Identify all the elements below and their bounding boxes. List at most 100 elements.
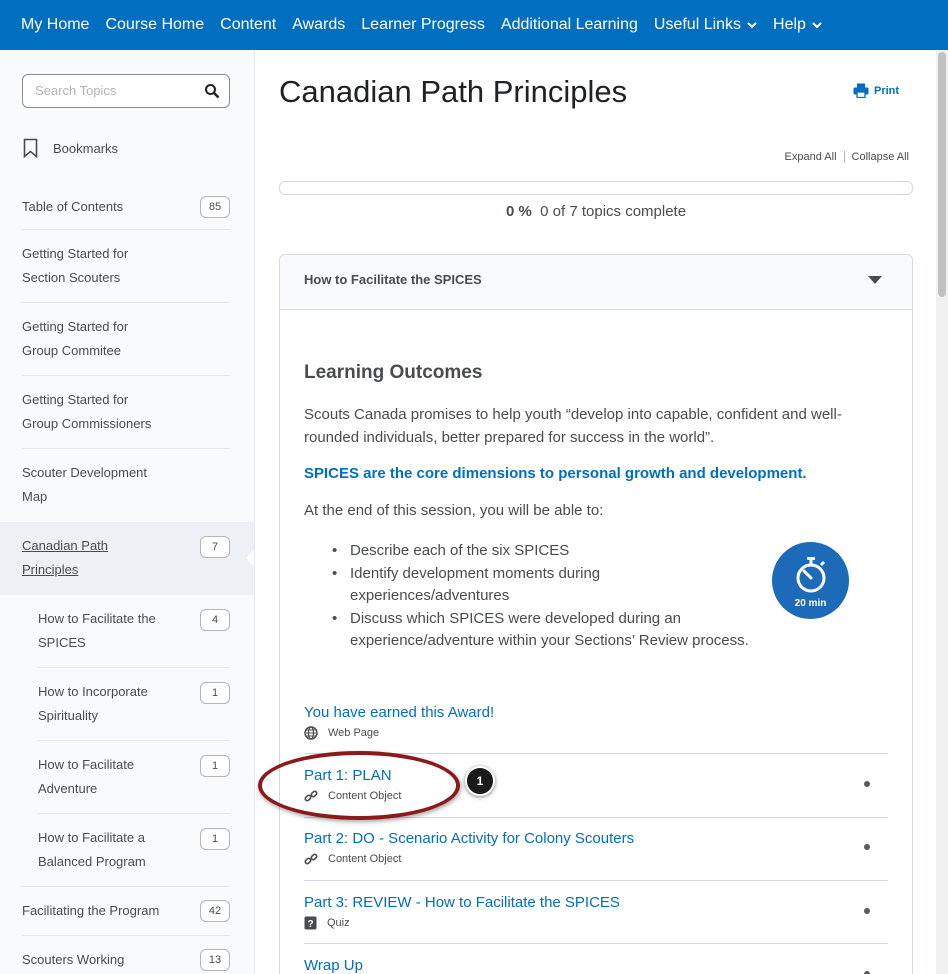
progress-percent: 0 %: [505, 203, 532, 220]
toc-item-label: Canadian Path Principles: [22, 538, 109, 577]
nav-course-home[interactable]: Course Home: [105, 16, 204, 34]
outcomes-list: Describe each of the six SPICES Identify…: [330, 540, 770, 653]
bookmarks-link[interactable]: Bookmarks: [22, 138, 118, 158]
list-item: Identify development moments during expe…: [330, 563, 640, 608]
module-title: How to Facilitate the SPICES: [304, 272, 482, 287]
toc-count-badge: 1: [200, 755, 230, 777]
toc-item-scouters-working[interactable]: Scouters Working 13: [0, 936, 254, 974]
topic-title-link[interactable]: Part 3: REVIEW - How to Facilitate the S…: [304, 894, 888, 911]
list-item: Describe each of the six SPICES: [330, 540, 770, 563]
toc-count-badge: 7: [200, 536, 230, 558]
status-dot: [864, 908, 870, 914]
topic-type-label: Web Page: [328, 727, 380, 739]
topic-type: ? Quiz: [304, 916, 888, 930]
printer-icon: [853, 83, 869, 98]
separator: [843, 151, 845, 163]
toc-item-table-of-contents[interactable]: Table of Contents 85: [0, 180, 254, 230]
toc-count-badge: 85: [200, 196, 230, 218]
status-dot: [864, 781, 870, 787]
toc-item-label: Getting Started for Group Commitee: [22, 319, 129, 358]
toc-count-badge: 13: [200, 949, 230, 971]
expand-collapse-links: Expand All Collapse All: [785, 151, 909, 163]
sidebar: Search Topics Bookmarks Table of Content…: [0, 50, 255, 974]
topic-type-label: Content Object: [328, 853, 402, 865]
toc-item-scouter-development-map[interactable]: Scouter Development Map: [0, 449, 254, 522]
intro-paragraph: Scouts Canada promises to help youth “de…: [304, 406, 842, 446]
chevron-down-icon: [747, 22, 757, 29]
topic-row[interactable]: Wrap Up: [304, 957, 888, 974]
toc-item-canadian-path-principles[interactable]: Canadian Path Principles 7: [0, 522, 254, 595]
toc-item-incorporate-spirituality[interactable]: How to Incorporate Spirituality 1: [0, 668, 254, 741]
nav-help-label: Help: [773, 16, 806, 33]
nav-learner-progress[interactable]: Learner Progress: [361, 16, 485, 34]
toc-item-getting-started-group-commitee[interactable]: Getting Started for Group Commitee: [0, 303, 254, 376]
toc-count-badge: 1: [200, 828, 230, 850]
toc-item-facilitate-spices[interactable]: How to Facilitate the SPICES 4: [0, 595, 254, 668]
toc-item-facilitate-adventure[interactable]: How to Facilitate Adventure 1: [0, 741, 254, 814]
highlight-ellipse: [258, 751, 460, 820]
search-input[interactable]: Search Topics: [22, 74, 230, 108]
progress-status: 0 % 0 of 7 topics complete: [279, 203, 913, 220]
topic-title-link[interactable]: Wrap Up: [304, 957, 888, 974]
divider: [304, 880, 888, 881]
expand-all-link[interactable]: Expand All: [785, 151, 837, 163]
link-icon: [304, 853, 318, 865]
toc-item-label: Getting Started for Section Scouters: [22, 246, 129, 285]
toc-count-badge: 1: [200, 682, 230, 704]
toc-item-label: Scouter Development Map: [22, 465, 148, 504]
toc-item-getting-started-group-commissioners[interactable]: Getting Started for Group Commissioners: [0, 376, 254, 449]
stopwatch-icon: [796, 557, 826, 593]
quiz-icon: ?: [304, 916, 317, 930]
toc-item-label: Getting Started for Group Commissioners: [22, 392, 152, 431]
toc-item-facilitating-program[interactable]: Facilitating the Program 42: [0, 887, 254, 936]
scrollbar-thumb[interactable]: [938, 52, 946, 297]
print-label: Print: [874, 84, 900, 97]
progress-summary: 0 of 7 topics complete: [540, 203, 687, 220]
nav-useful-links[interactable]: Useful Links: [654, 16, 757, 34]
topic-title-link[interactable]: You have earned this Award!: [304, 704, 888, 721]
scrollbar[interactable]: [936, 50, 948, 974]
toc-item-getting-started-section[interactable]: Getting Started for Section Scouters: [0, 230, 254, 303]
toc-item-label: Facilitating the Program: [22, 903, 160, 918]
collapse-all-link[interactable]: Collapse All: [852, 151, 909, 163]
session-intro: At the end of this session, you will be …: [304, 502, 604, 519]
topic-row[interactable]: You have earned this Award! Web Page: [304, 704, 888, 754]
toc-item-label: Table of Contents: [22, 199, 124, 214]
divider: [304, 943, 888, 944]
nav-awards[interactable]: Awards: [292, 16, 345, 34]
topic-title-link[interactable]: Part 2: DO - Scenario Activity for Colon…: [304, 830, 888, 847]
globe-icon: [304, 726, 318, 740]
progress-bar: [279, 181, 913, 195]
nav-additional-learning[interactable]: Additional Learning: [501, 16, 638, 34]
toc-item-label: How to Facilitate the SPICES: [38, 611, 156, 650]
topic-type: Content Object: [304, 852, 888, 866]
print-button[interactable]: Print: [853, 83, 899, 98]
spices-highlight: SPICES are the core dimensions to person…: [304, 465, 807, 482]
toc-count-badge: 4: [200, 609, 230, 631]
topic-row[interactable]: Part 3: REVIEW - How to Facilitate the S…: [304, 894, 888, 944]
toc-item-label: How to Facilitate a Balanced Program: [38, 830, 146, 869]
nav-help[interactable]: Help: [773, 16, 822, 34]
page-title: Canadian Path Principles: [279, 74, 628, 109]
search-placeholder: Search Topics: [35, 83, 117, 98]
top-navigation: My Home Course Home Content Awards Learn…: [0, 0, 948, 50]
caret-down-icon[interactable]: [868, 275, 882, 285]
topic-row[interactable]: Part 2: DO - Scenario Activity for Colon…: [304, 830, 888, 881]
svg-text:?: ?: [307, 919, 313, 930]
step-number-badge: 1: [465, 766, 495, 796]
nav-my-home[interactable]: My Home: [21, 16, 89, 34]
duration-badge: 20 min: [772, 542, 849, 619]
bookmark-icon: [23, 138, 38, 158]
table-of-contents: Table of Contents 85 Getting Started for…: [0, 180, 254, 974]
toc-count-badge: 42: [200, 900, 230, 922]
chevron-down-icon: [812, 22, 822, 29]
topic-type: Web Page: [304, 726, 888, 740]
topic-type-label: Quiz: [327, 917, 350, 929]
module-header[interactable]: How to Facilitate the SPICES: [280, 255, 912, 310]
learning-outcomes-heading: Learning Outcomes: [304, 362, 483, 383]
toc-item-label: How to Incorporate Spirituality: [38, 684, 148, 723]
search-icon[interactable]: [204, 83, 220, 99]
nav-content[interactable]: Content: [220, 16, 276, 34]
bookmarks-label: Bookmarks: [53, 140, 119, 156]
toc-item-balanced-program[interactable]: How to Facilitate a Balanced Program 1: [0, 814, 254, 887]
